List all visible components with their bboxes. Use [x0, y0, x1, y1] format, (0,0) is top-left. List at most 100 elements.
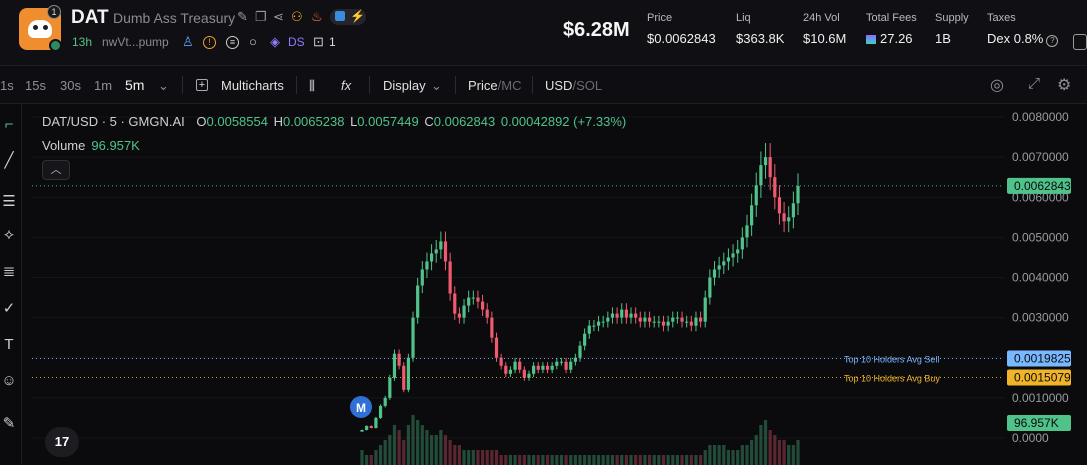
collapse-legend-button[interactable]: ︿: [42, 160, 70, 180]
interval-30s[interactable]: 30s: [60, 78, 81, 93]
dexscreener-label[interactable]: DS: [288, 35, 305, 49]
warning-icon[interactable]: !: [203, 36, 216, 49]
candle-body: [429, 253, 434, 262]
copy-icon[interactable]: ❐: [255, 9, 267, 25]
website-icon[interactable]: ≡: [226, 36, 239, 49]
volume-bar: [694, 455, 698, 465]
token-name: Dumb Ass Treasury: [113, 10, 236, 26]
candle-body: [606, 317, 610, 322]
volume-bar: [569, 455, 573, 465]
candle-body: [736, 249, 740, 254]
volume-bar: [763, 420, 768, 465]
fullscreen-icon[interactable]: ⤢: [1028, 75, 1040, 92]
dex-icon[interactable]: ◈: [270, 34, 280, 50]
candle-body: [374, 417, 378, 428]
crosshair-icon[interactable]: ⌐: [0, 116, 18, 133]
volume-bar: [467, 450, 471, 465]
chevron-down-icon[interactable]: ⌄: [431, 78, 442, 94]
interval-15s[interactable]: 15s: [25, 78, 46, 93]
volume-bar: [740, 445, 744, 465]
candle-body: [541, 365, 545, 370]
logo-badge: 1: [47, 5, 61, 19]
stat-fees[interactable]: Total Fees 27.26: [866, 12, 917, 46]
price-mc-toggle[interactable]: Price/MC: [468, 78, 521, 93]
candle-body: [536, 365, 540, 370]
candle-type-icon[interactable]: ⫼: [309, 78, 315, 94]
info-icon[interactable]: ?: [1046, 35, 1059, 47]
candle-body: [443, 241, 448, 262]
creator-icon[interactable]: ♙: [182, 34, 194, 50]
ruler-icon[interactable]: ✎: [0, 414, 18, 432]
candle-body: [545, 365, 550, 370]
indicators-icon[interactable]: fx: [341, 78, 351, 93]
volume-bar: [787, 445, 791, 465]
panel-toggle-icon[interactable]: [1073, 34, 1087, 50]
volume-bar: [796, 440, 800, 465]
search-icon[interactable]: ○: [249, 34, 257, 49]
candle-body: [661, 321, 666, 326]
currency-toggle[interactable]: USD/SOL: [545, 78, 602, 93]
price-chart[interactable]: 0.00800000.00700000.00600000.00500000.00…: [32, 104, 1087, 465]
stat-value: 27.26: [880, 31, 913, 46]
trendline-icon[interactable]: ╱: [0, 151, 18, 169]
fire-icon: ♨: [311, 9, 323, 24]
candle-body: [675, 317, 680, 319]
volume-bar: [587, 455, 591, 465]
share-icon[interactable]: ⋖: [273, 9, 284, 25]
volume-bar: [494, 450, 499, 465]
volume-bar: [573, 455, 577, 465]
volume-value: 96.957K: [91, 138, 140, 153]
token-address[interactable]: nwVt...pump: [102, 35, 169, 49]
volume-bar: [392, 425, 397, 465]
volume-bar: [601, 455, 605, 465]
text-icon[interactable]: T: [0, 336, 18, 353]
volume-bar: [429, 435, 434, 465]
multicharts-button[interactable]: Multicharts: [221, 78, 284, 93]
brush-icon[interactable]: ✓: [0, 299, 18, 317]
hlines-icon[interactable]: ☰: [0, 192, 18, 210]
candle-body: [508, 369, 513, 374]
volume-bar: [768, 430, 772, 465]
interval-1m[interactable]: 1m: [94, 78, 112, 93]
volume-bar: [545, 455, 550, 465]
volume-label: Volume: [42, 138, 86, 153]
price-line-label: Top 10 Holders Avg Buy: [844, 373, 940, 383]
candle-body: [620, 309, 624, 318]
volume-bar: [532, 455, 536, 465]
chevron-down-icon[interactable]: ⌄: [158, 78, 169, 94]
interval-1s[interactable]: 1s: [0, 78, 14, 93]
holders-icon[interactable]: ⊡: [313, 34, 324, 50]
volume-bar: [722, 445, 726, 465]
volume-bar: [448, 440, 452, 465]
settings-icon[interactable]: ⚙: [1057, 75, 1071, 95]
volume-tag-label: 96.957K: [1014, 416, 1059, 430]
volume-bar: [522, 455, 526, 465]
volume-bar: [685, 455, 689, 465]
usd-option: USD: [545, 78, 573, 93]
candle-body: [698, 317, 703, 322]
candle-body: [522, 369, 526, 378]
edit-icon[interactable]: ✎: [237, 9, 248, 25]
pattern-icon[interactable]: ⟡: [0, 226, 18, 243]
volume-bar: [485, 450, 489, 465]
boost-badge[interactable]: ⚡: [330, 9, 366, 25]
volume-bar: [592, 455, 596, 465]
users-icon[interactable]: ⚇: [291, 9, 303, 25]
open-label: O: [196, 114, 207, 129]
emoji-icon[interactable]: ☺: [0, 372, 18, 389]
volume-bar: [536, 455, 540, 465]
interval-5m[interactable]: 5m: [125, 77, 144, 93]
chart-toolbar: 1s 15s 30s 1m 5m ⌄ + Multicharts ⫼ fx Di…: [0, 66, 1087, 104]
price-tag-label: 0.0019825: [1014, 351, 1071, 365]
tradingview-logo[interactable]: 17: [45, 427, 79, 457]
volume-bar: [425, 430, 429, 465]
volume-bar: [643, 455, 647, 465]
camera-icon[interactable]: ◎: [990, 75, 1004, 95]
add-chart-icon[interactable]: +: [196, 79, 208, 91]
fib-icon[interactable]: ≣: [0, 262, 18, 280]
display-dropdown[interactable]: Display: [383, 78, 426, 93]
stat-liquidity: Liq $363.8K: [736, 12, 784, 46]
volume-bar: [606, 455, 610, 465]
stat-taxes[interactable]: Taxes Dex 0.8%?: [987, 12, 1059, 47]
candle-body: [550, 365, 554, 370]
